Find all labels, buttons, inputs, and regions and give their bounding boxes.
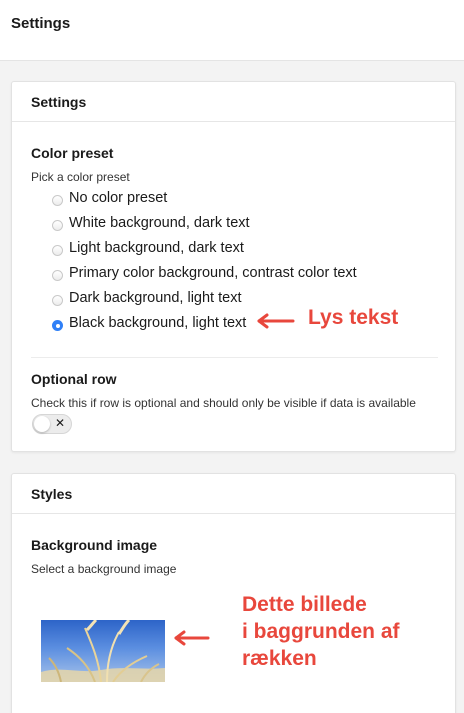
settings-panel: Settings Color preset Pick a color prese…	[11, 81, 456, 452]
radio-option-label: Light background, dark text	[69, 240, 244, 256]
radio-button[interactable]	[52, 294, 63, 306]
settings-panel-title: Settings	[31, 94, 87, 110]
background-image-description: Select a background image	[31, 562, 177, 576]
radio-option-label: Primary color background, contrast color…	[69, 265, 357, 281]
radio-button[interactable]	[52, 244, 63, 256]
styles-panel-title: Styles	[31, 486, 73, 502]
radio-option-white-bg[interactable]: White background, dark text	[52, 213, 250, 233]
radio-button-selected[interactable]	[52, 319, 63, 331]
optional-row-label: Optional row	[31, 371, 117, 387]
radio-option-light-bg[interactable]: Light background, dark text	[52, 238, 244, 258]
arrow-left-icon	[174, 630, 210, 646]
color-preset-label: Color preset	[31, 145, 114, 161]
background-image-label: Background image	[31, 537, 158, 553]
radio-button[interactable]	[52, 269, 63, 281]
radio-option-no-preset[interactable]: No color preset	[52, 188, 167, 208]
radio-option-dark-bg[interactable]: Dark background, light text	[52, 288, 241, 308]
radio-option-label: White background, dark text	[69, 215, 250, 231]
annotation-image-note: Dette billede i baggrunden af rækken	[242, 591, 400, 672]
top-bar: Settings	[0, 0, 464, 61]
background-image-thumbnail[interactable]	[41, 620, 165, 682]
optional-row-description: Check this if row is optional and should…	[31, 396, 416, 410]
radio-button[interactable]	[52, 194, 63, 206]
styles-panel-header: Styles	[12, 474, 455, 514]
optional-row-toggle[interactable]: ✕	[32, 414, 72, 434]
annotation-lys-tekst: Lys tekst	[308, 306, 399, 329]
toggle-knob	[34, 416, 50, 432]
grass-image	[41, 620, 165, 682]
page-title: Settings	[11, 15, 71, 32]
annotation-line: i baggrunden af	[242, 620, 400, 643]
color-preset-description: Pick a color preset	[31, 170, 130, 184]
annotation-line: rækken	[242, 647, 317, 670]
radio-button[interactable]	[52, 219, 63, 231]
arrow-left-icon	[257, 313, 295, 329]
radio-option-label: Black background, light text	[69, 315, 247, 331]
section-divider	[31, 357, 438, 358]
radio-option-label: No color preset	[69, 190, 168, 206]
radio-option-primary-bg[interactable]: Primary color background, contrast color…	[52, 263, 357, 283]
radio-option-black-bg[interactable]: Black background, light text	[52, 313, 246, 333]
radio-option-label: Dark background, light text	[69, 290, 242, 306]
annotation-line: Dette billede	[242, 593, 367, 616]
close-icon: ✕	[55, 416, 66, 430]
settings-panel-header: Settings	[12, 82, 455, 122]
